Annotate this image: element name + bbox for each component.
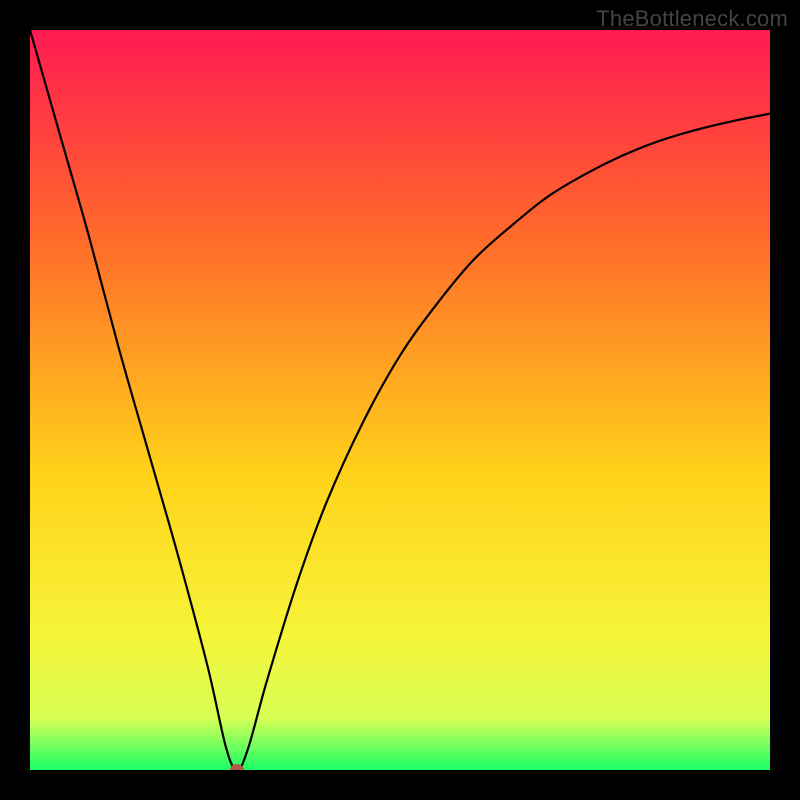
watermark-text: TheBottleneck.com: [596, 6, 788, 32]
bottleneck-curve: [30, 30, 770, 770]
plot-area: [30, 30, 770, 770]
minimum-point-marker: [230, 764, 244, 770]
chart-frame: TheBottleneck.com: [0, 0, 800, 800]
